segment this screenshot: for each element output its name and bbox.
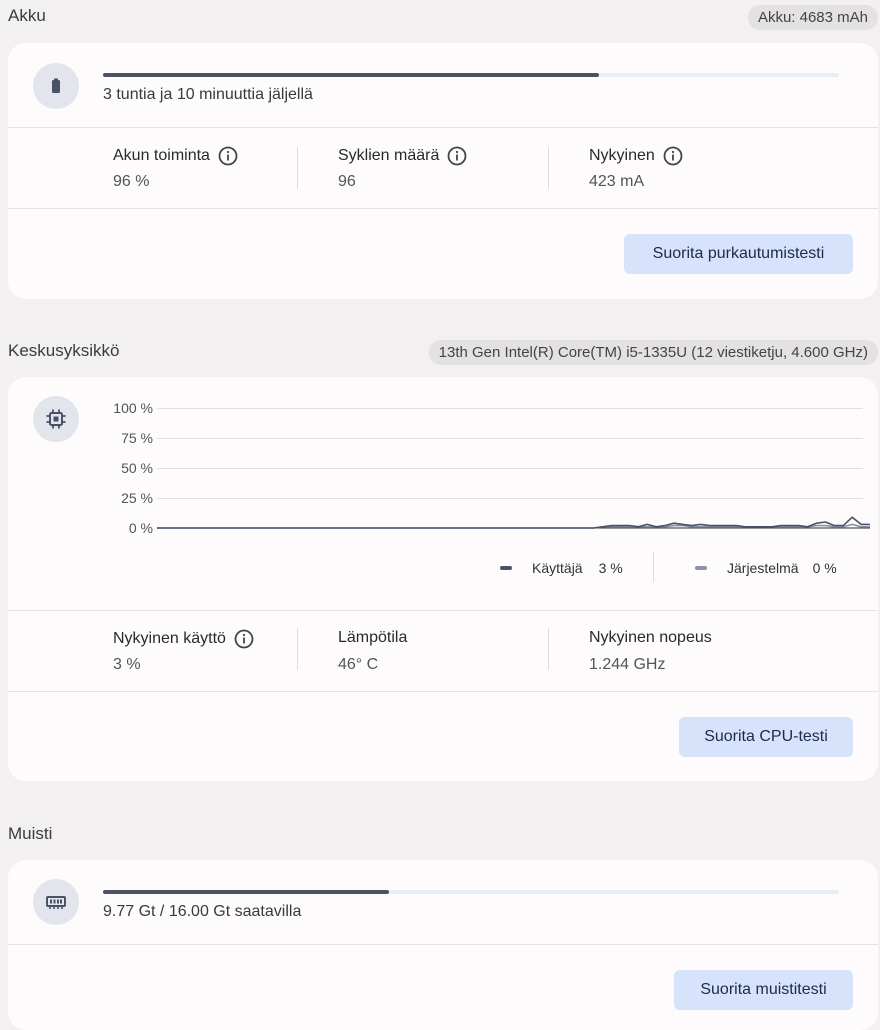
legend-user-name: Käyttäjä [532, 560, 583, 576]
legend-system: Järjestelmä 0 % [695, 560, 837, 576]
battery-health-label: Akun toiminta [113, 146, 238, 166]
current-label-text: Nykyinen [589, 147, 655, 164]
battery-card: 3 tuntia ja 10 minuuttia jäljellä Akun t… [8, 43, 878, 299]
cpu-test-button[interactable]: Suorita CPU-testi [679, 717, 853, 757]
battery-health-label-text: Akun toiminta [113, 147, 210, 164]
memory-chip-icon [33, 879, 79, 925]
temperature-label: Lämpötila [338, 629, 408, 646]
current-speed-label: Nykyinen nopeus [589, 629, 712, 646]
y-tick-label: 50 % [121, 460, 153, 476]
cpu-chip-icon [33, 396, 79, 442]
separator [297, 147, 298, 189]
legend-user-swatch [500, 566, 512, 570]
divider [8, 208, 878, 209]
current-usage-value: 3 % [113, 656, 141, 673]
info-icon[interactable] [218, 146, 238, 166]
battery-charge-fill [103, 73, 600, 77]
divider [8, 691, 878, 692]
info-icon[interactable] [663, 146, 683, 166]
current-usage-label: Nykyinen käyttö [113, 629, 254, 649]
separator [297, 628, 298, 670]
battery-icon [33, 63, 79, 109]
battery-remaining-text: 3 tuntia ja 10 minuuttia jäljellä [103, 86, 313, 103]
memory-test-button[interactable]: Suorita muistitesti [674, 970, 853, 1010]
memory-section-title: Muisti [8, 824, 53, 843]
cpu-model-badge: 13th Gen Intel(R) Core(TM) i5-1335U (12 … [428, 340, 878, 365]
y-tick-label: 75 % [121, 430, 153, 446]
legend-system-value: 0 % [812, 560, 837, 576]
legend-system-name: Järjestelmä [727, 560, 799, 576]
legend-user: Käyttäjä 3 % [500, 560, 623, 576]
y-tick-label: 25 % [121, 490, 153, 506]
legend-user-value: 3 % [598, 560, 623, 576]
info-icon[interactable] [447, 146, 467, 166]
current-value: 423 mA [589, 173, 645, 190]
legend-system-swatch [695, 566, 707, 570]
battery-section-title: Akku [8, 6, 46, 25]
memory-card: 9.77 Gt / 16.00 Gt saatavilla Suorita mu… [8, 860, 878, 1030]
separator [548, 147, 549, 189]
cpu-section-title: Keskusyksikkö [8, 341, 120, 360]
current-label: Nykyinen [589, 146, 683, 166]
separator [548, 628, 549, 670]
divider [8, 127, 878, 128]
battery-capacity-badge: Akku: 4683 mAh [747, 5, 878, 30]
memory-usage-bar [103, 890, 839, 894]
cycle-count-label-text: Syklien määrä [338, 147, 440, 164]
current-speed-value: 1.244 GHz [589, 656, 666, 673]
battery-charge-bar [103, 73, 839, 77]
memory-available-text: 9.77 Gt / 16.00 Gt saatavilla [103, 903, 302, 920]
cpu-usage-chart [157, 516, 870, 529]
discharge-test-button[interactable]: Suorita purkautumistesti [624, 234, 853, 274]
divider [8, 610, 878, 611]
current-usage-label-text: Nykyinen käyttö [113, 630, 226, 647]
info-icon[interactable] [234, 629, 254, 649]
y-tick-label: 0 % [128, 520, 153, 536]
y-tick-label: 100 % [113, 400, 153, 416]
battery-health-value: 96 % [113, 173, 150, 190]
series-line-user [157, 516, 870, 529]
cycle-count-value: 96 [338, 173, 356, 190]
cycle-count-label: Syklien määrä [338, 146, 467, 166]
divider [8, 944, 878, 945]
memory-usage-fill [103, 890, 390, 894]
legend-separator [653, 552, 654, 582]
temperature-value: 46° C [338, 656, 379, 673]
